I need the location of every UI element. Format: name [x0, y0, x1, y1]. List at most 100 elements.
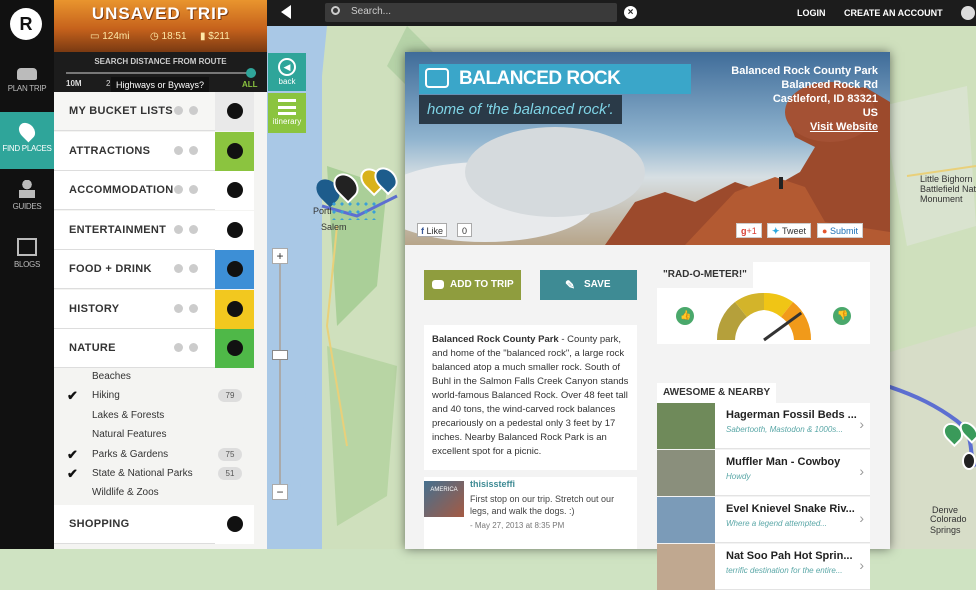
nearby-item-subtitle: Where a legend attempted...	[726, 519, 827, 528]
category-attractions[interactable]: ATTRACTIONS	[54, 131, 254, 171]
chevron-right-icon: ›	[859, 416, 864, 432]
road-icon: ▭	[90, 31, 103, 42]
category-icon	[226, 300, 243, 317]
category-entertainment[interactable]: ENTERTAINMENT	[54, 210, 254, 250]
category-toggles[interactable]	[174, 224, 204, 235]
trip-distance-value: 124mi	[102, 31, 130, 42]
nav-plan-trip-label: Plan Trip	[7, 84, 47, 93]
comment-user[interactable]: thisissteffi	[470, 479, 515, 489]
nearby-item[interactable]: Evel Knievel Snake Riv... Where a legend …	[657, 497, 870, 543]
place-description: Balanced Rock County Park - County park,…	[424, 325, 637, 470]
category-icon	[226, 340, 243, 356]
user-icon[interactable]	[961, 6, 975, 20]
clock-icon: ◷	[150, 31, 162, 42]
logo-icon[interactable]: R	[10, 8, 42, 40]
category-toggles[interactable]	[174, 264, 204, 274]
category-food-drink[interactable]: FOOD + DRINK	[54, 250, 254, 289]
category-label: HISTORY	[69, 302, 120, 315]
category-accommodation[interactable]: ACCOMMODATION	[54, 171, 254, 210]
category-toggles[interactable]	[174, 145, 204, 156]
category-history[interactable]: HISTORY	[54, 289, 254, 329]
back-button[interactable]: ◀ back	[268, 53, 306, 91]
collapse-arrow-icon[interactable]	[281, 5, 291, 19]
category-icon-box	[215, 92, 254, 131]
category-nature[interactable]: NATURE	[54, 329, 254, 368]
zoom-handle[interactable]	[272, 350, 288, 360]
list-icon	[278, 99, 296, 115]
map-pin-cluster[interactable]	[330, 200, 380, 220]
nature-subcategory[interactable]: Parks & Gardens	[92, 449, 168, 460]
tweet-label: Tweet	[782, 226, 807, 236]
checkmark-icon[interactable]: ✔	[67, 388, 78, 404]
facebook-like-button[interactable]: f Like	[417, 223, 448, 237]
category-toggles[interactable]	[174, 106, 204, 116]
description-title: Balanced Rock County Park	[432, 334, 559, 345]
nav-plan-trip[interactable]: Plan Trip	[0, 54, 54, 111]
nearby-item[interactable]: Hagerman Fossil Beds ... Sabertooth, Mast…	[657, 403, 870, 449]
category-toggles[interactable]	[174, 185, 204, 195]
place-title: BALANCED ROCK COUNTY PARK	[419, 64, 691, 119]
rad-gauge	[676, 292, 851, 342]
add-to-trip-label: ADD TO TRIP	[450, 279, 514, 290]
comment-text: First stop on our trip. Stretch out our …	[470, 494, 615, 516]
category-my-bucket-lists[interactable]: MY BUCKET LISTS	[54, 92, 254, 131]
subcategory-count: 75	[218, 447, 242, 461]
search-box[interactable]: Search...	[325, 3, 617, 22]
zoom-track[interactable]	[279, 264, 281, 484]
category-label: ACCOMMODATION	[69, 184, 174, 196]
visit-website-link[interactable]: Visit Website	[731, 120, 878, 134]
map-pin[interactable]	[962, 452, 976, 470]
checkmark-icon[interactable]: ✔	[67, 466, 78, 482]
nature-subcategory[interactable]: Hiking	[92, 390, 120, 401]
nature-subcategory[interactable]: Lakes & Forests	[92, 410, 164, 421]
checkmark-icon[interactable]: ✔	[67, 447, 78, 463]
nature-subcategory[interactable]: Wildlife & Zoos	[92, 487, 159, 498]
itinerary-label: itinerary	[272, 117, 302, 126]
category-icon	[226, 103, 243, 119]
submit-button[interactable]: ● Submit	[817, 223, 863, 238]
nature-subcategory[interactable]: Natural Features	[92, 429, 166, 440]
thumbs-up-icon[interactable]: 👍	[680, 310, 691, 321]
login-link[interactable]: LOGIN	[797, 8, 826, 18]
distance-slider-track[interactable]	[66, 72, 256, 74]
save-button[interactable]: ✎ SAVE	[540, 270, 637, 300]
nav-blogs-label: Blogs	[13, 260, 41, 269]
category-icon-box	[215, 250, 254, 289]
category-icon	[226, 142, 243, 159]
clear-search-icon[interactable]: ×	[624, 6, 637, 19]
nearby-item[interactable]: Nat Soo Pah Hot Sprin... terrific destina…	[657, 544, 870, 590]
nav-guides[interactable]: Guides	[0, 170, 54, 227]
nav-blogs[interactable]: Blogs	[0, 228, 54, 285]
pin-icon: ✎	[565, 278, 576, 292]
nearby-thumbnail	[657, 403, 715, 449]
thumbs-down-icon[interactable]: 👎	[837, 310, 848, 321]
search-icon	[331, 6, 340, 15]
zoom-in-button[interactable]: +	[272, 248, 288, 264]
nearby-item[interactable]: Muffler Man - Cowboy Howdy ›	[657, 450, 870, 496]
tweet-button[interactable]: ✦ Tweet	[767, 223, 812, 238]
distance-slider-handle[interactable]	[246, 68, 256, 78]
category-shopping[interactable]: SHOPPING	[54, 505, 254, 544]
nature-subcategory[interactable]: State & National Parks	[92, 468, 193, 479]
car-icon	[17, 68, 37, 80]
add-to-trip-button[interactable]: ADD TO TRIP	[424, 270, 521, 300]
search-input[interactable]: Search...	[351, 6, 391, 17]
nearby-item-title: Nat Soo Pah Hot Sprin...	[726, 550, 853, 562]
comment-avatar[interactable]: AMERICA	[424, 481, 464, 517]
nav-find-places[interactable]: Find Places	[0, 112, 54, 169]
category-toggles[interactable]	[174, 343, 204, 353]
distance-label: SEARCH DISTANCE FROM ROUTE	[94, 57, 227, 66]
trip-header: UNSAVED TRIP ▭ 124mi ◷ 18:51 ▮ $211	[54, 0, 267, 52]
itinerary-button[interactable]: itinerary	[268, 93, 306, 133]
reddit-icon: ●	[822, 226, 830, 236]
category-toggles[interactable]	[174, 303, 204, 314]
trip-distance: ▭ 124mi	[90, 31, 129, 42]
nearby-item-title: Muffler Man - Cowboy	[726, 456, 841, 468]
nearby-item-subtitle: Sabertooth, Mastodon & 1000s...	[726, 425, 843, 434]
create-account-link[interactable]: CREATE AN ACCOUNT	[844, 8, 943, 18]
trip-cost: ▮ $211	[200, 31, 230, 42]
google-plus-button[interactable]: g+1	[736, 223, 762, 238]
nature-subcategory[interactable]: Beaches	[92, 371, 131, 382]
trip-time-value: 18:51	[161, 31, 187, 42]
zoom-out-button[interactable]: −	[272, 484, 288, 500]
